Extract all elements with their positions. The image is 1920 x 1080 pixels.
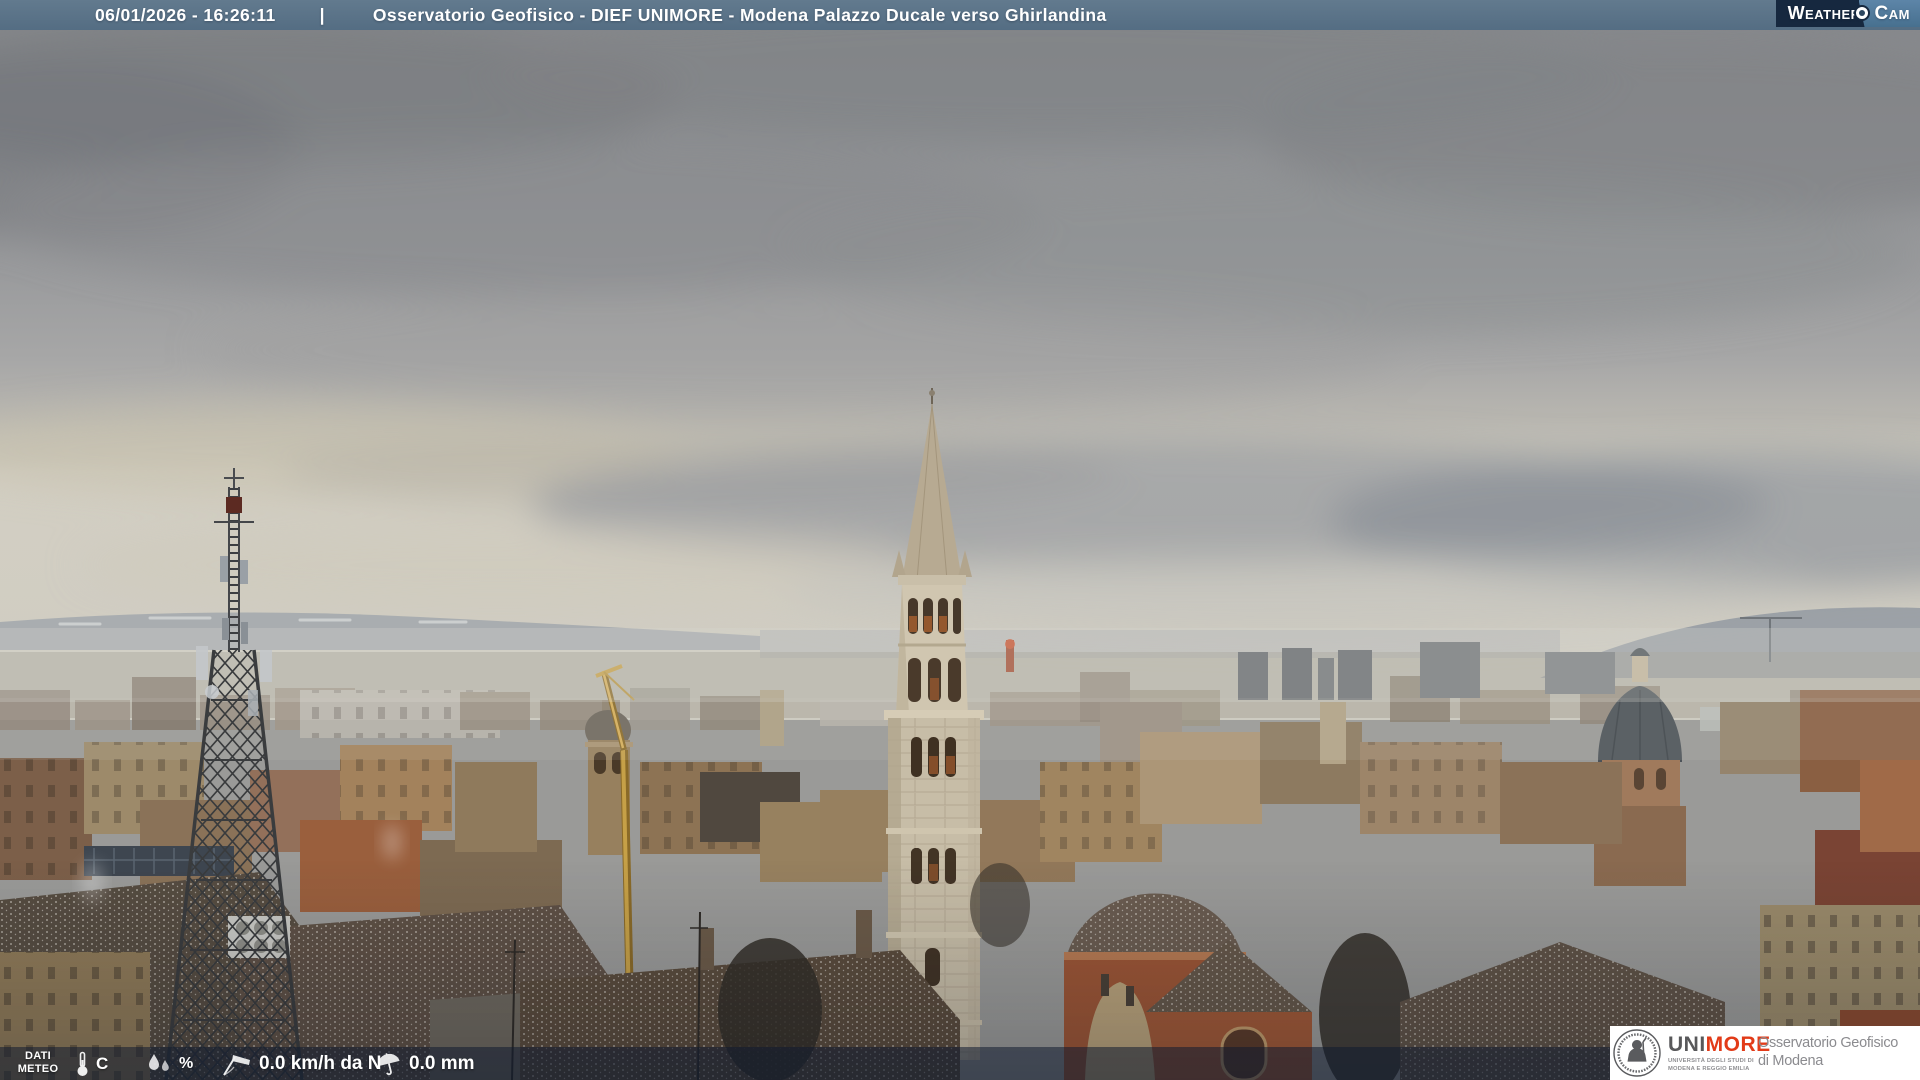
weathercam-word-cam: Cam	[1874, 2, 1910, 24]
unimore-branding-box: UNIMORE UNIVERSITÀ DEGLI STUDI DI MODENA…	[1610, 1026, 1920, 1080]
water-drops-icon	[146, 1052, 172, 1076]
university-subtitle-line2: MODENA E REGGIO EMILIA	[1668, 1065, 1750, 1072]
thermometer-icon	[76, 1051, 89, 1077]
top-status-bar: 06/01/2026 - 16:26:11 | Osservatorio Geo…	[0, 0, 1920, 30]
humidity-readout: %	[146, 1047, 193, 1080]
temperature-readout: C	[76, 1047, 108, 1080]
observatory-name-line2: di Modena	[1758, 1053, 1824, 1069]
weather-label-line2: METEO	[17, 1063, 59, 1075]
temperature-unit: C	[96, 1053, 109, 1073]
humidity-unit: %	[179, 1054, 194, 1072]
weather-data-label: DATI METEO	[10, 1050, 66, 1076]
observatory-name: Osservatorio Geofisico di Modena	[1758, 1034, 1898, 1070]
rain-value: 0.0 mm	[409, 1052, 475, 1074]
webcam-title: Osservatorio Geofisico - DIEF UNIMORE - …	[372, 4, 1107, 25]
unimore-seal-icon	[1613, 1029, 1661, 1077]
rain-readout: 0.0 mm	[376, 1047, 474, 1080]
windsock-icon	[220, 1051, 252, 1077]
webcam-frame: 06/01/2026 - 16:26:11 | Osservatorio Geo…	[0, 0, 1920, 1080]
university-subtitle: UNIVERSITÀ DEGLI STUDI DI MODENA E REGGI…	[1668, 1058, 1754, 1073]
umbrella-icon	[376, 1051, 402, 1077]
weather-label-line1: DATI	[24, 1050, 52, 1062]
unimore-wordmark: UNIMORE	[1668, 1033, 1771, 1057]
wind-readout: 0.0 km/h da N	[220, 1047, 382, 1080]
observatory-name-line1: Osservatorio Geofisico	[1758, 1035, 1899, 1051]
university-subtitle-line1: UNIVERSITÀ DEGLI STUDI DI	[1668, 1058, 1754, 1064]
weathercam-word-weather: Weather	[1787, 3, 1861, 23]
weathercam-logo-left: Weather	[1775, 0, 1865, 27]
unimore-word-uni: UNI	[1668, 1033, 1706, 1056]
modena-cityscape-photo	[0, 0, 1920, 1080]
timestamp: 06/01/2026 - 16:26:11	[95, 4, 276, 25]
camera-lens-icon	[1853, 5, 1870, 21]
wind-value: 0.0 km/h da N	[259, 1052, 382, 1074]
weathercam-logo: Weather Cam	[1775, 0, 1920, 27]
separator: |	[319, 4, 325, 25]
